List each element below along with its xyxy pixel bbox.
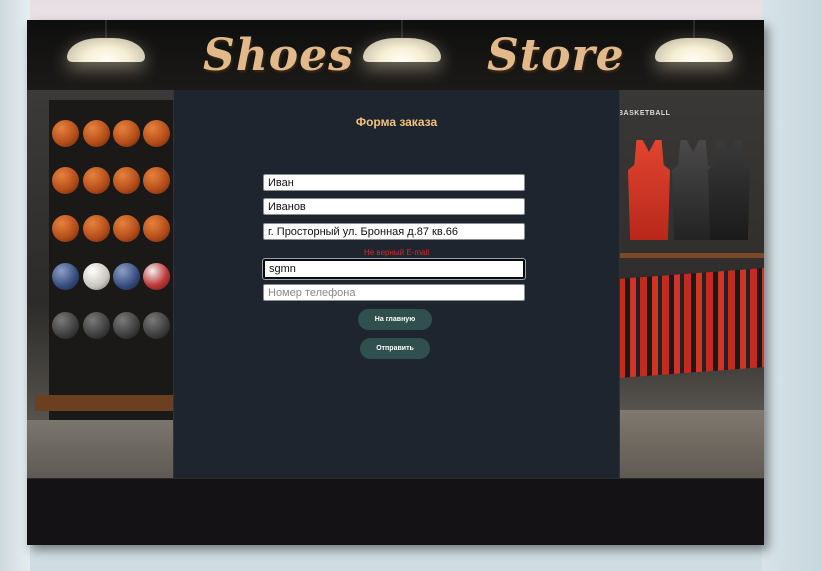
page-window: Shoes Store BASKETBALL Форма заказа Иван…: [27, 20, 764, 545]
jersey-icon: [672, 140, 714, 240]
background-left: [0, 0, 30, 571]
phone-input[interactable]: [263, 284, 525, 301]
first-name-input[interactable]: [263, 174, 525, 191]
order-form-panel: Форма заказа Не верный E-mail На главную…: [173, 90, 620, 478]
basketball-icon: [83, 263, 110, 290]
last-name-input[interactable]: [263, 198, 525, 215]
basketball-icon: [83, 215, 110, 242]
floor: [27, 420, 173, 478]
basketball-icon: [83, 312, 110, 339]
background-right: [762, 0, 822, 571]
address-input[interactable]: [263, 223, 525, 240]
basketball-icon: [113, 167, 140, 194]
site-header: Shoes Store: [27, 20, 764, 90]
floor: [618, 410, 764, 478]
basketball-icon: [143, 215, 170, 242]
basketball-icon: [52, 215, 79, 242]
logo-shoes: Shoes: [203, 30, 354, 81]
jersey-icon: [708, 140, 750, 240]
home-button[interactable]: На главную: [358, 309, 432, 330]
basketball-icon: [113, 312, 140, 339]
store-sign: BASKETBALL: [618, 110, 671, 117]
basketball-icon: [143, 312, 170, 339]
jersey-icon: [628, 140, 670, 240]
basketball-icon: [143, 263, 170, 290]
basketball-icon: [143, 120, 170, 147]
basketball-icon: [52, 312, 79, 339]
basketball-icon: [52, 167, 79, 194]
submit-button[interactable]: Отправить: [360, 338, 430, 359]
basketball-icon: [143, 167, 170, 194]
basketball-icon: [113, 263, 140, 290]
ball-shelf: [49, 100, 173, 420]
store-image-left: [27, 90, 173, 478]
basketball-icon: [113, 120, 140, 147]
clothes-rail: [618, 253, 764, 258]
logo-store: Store: [487, 30, 625, 81]
store-image-right: BASKETBALL: [618, 90, 764, 478]
site-footer: [27, 478, 764, 545]
shelf-base: [35, 395, 173, 411]
email-error-message: Не верный E-mail: [363, 248, 430, 257]
basketball-icon: [113, 215, 140, 242]
basketball-icon: [52, 263, 79, 290]
email-input[interactable]: [263, 259, 525, 279]
basketball-icon: [83, 167, 110, 194]
form-title: Форма заказа: [355, 115, 438, 129]
shorts-rack: [618, 268, 764, 378]
basketball-icon: [52, 120, 79, 147]
basketball-icon: [83, 120, 110, 147]
